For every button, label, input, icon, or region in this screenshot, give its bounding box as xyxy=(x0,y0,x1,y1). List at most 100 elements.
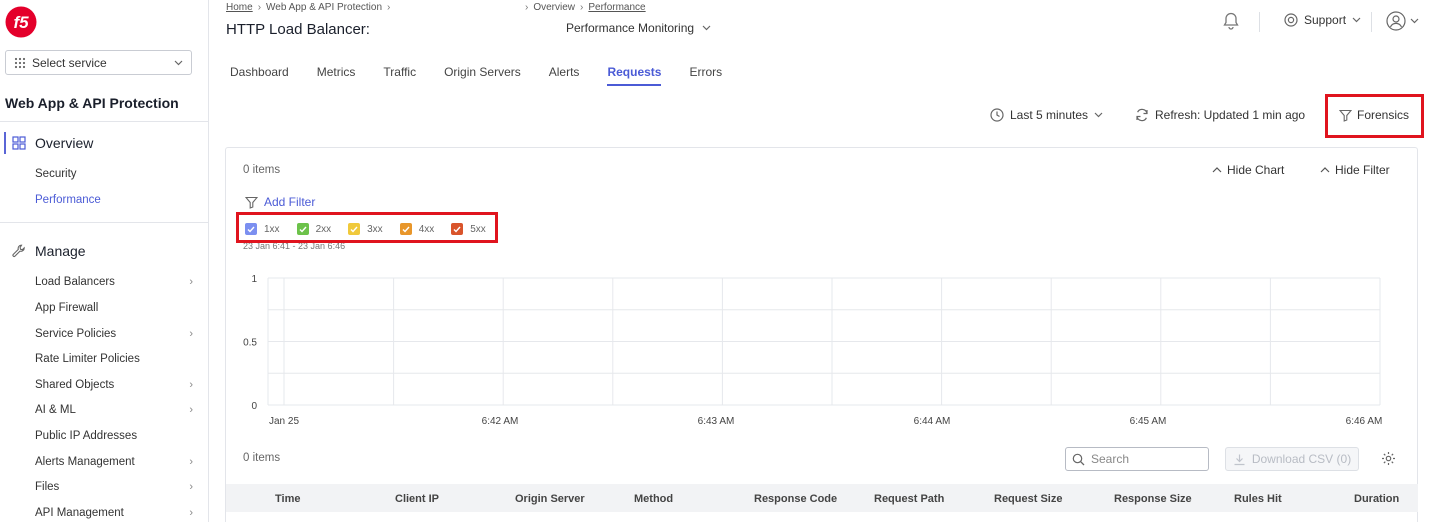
svg-text:f5: f5 xyxy=(13,13,29,32)
legend-item-2xx[interactable]: 2xx xyxy=(296,223,331,235)
bell-icon[interactable] xyxy=(1221,11,1241,31)
sidebar-item-label: Rate Limiter Policies xyxy=(35,353,140,365)
divider xyxy=(0,222,208,223)
sidebar-section-overview[interactable]: Overview xyxy=(0,130,208,156)
gear-icon[interactable] xyxy=(1381,451,1396,466)
legend-label: 5xx xyxy=(470,223,486,235)
search-input[interactable]: Search xyxy=(1065,447,1209,471)
download-csv-button[interactable]: Download CSV (0) xyxy=(1225,447,1359,471)
sidebar-item-alerts-management[interactable]: Alerts Management › xyxy=(35,456,193,468)
breadcrumb-workspace[interactable]: Web App & API Protection xyxy=(266,2,382,13)
service-select[interactable]: Select service xyxy=(5,50,192,75)
user-avatar-icon xyxy=(1386,11,1406,31)
sidebar-item-ai-ml[interactable]: AI & ML › xyxy=(35,404,193,416)
checkbox[interactable] xyxy=(399,223,412,235)
legend-label: 4xx xyxy=(418,223,435,235)
checkbox[interactable] xyxy=(348,223,361,235)
chevron-right-icon: › xyxy=(189,404,193,416)
tab-origin-servers[interactable]: Origin Servers xyxy=(444,65,521,86)
user-menu[interactable] xyxy=(1386,11,1419,31)
hide-chart-button[interactable]: Hide Chart xyxy=(1212,163,1284,177)
breadcrumb-secondary: › Overview › Performance xyxy=(520,2,646,13)
sidebar-item-load-balancers[interactable]: Load Balancers › xyxy=(35,276,193,288)
sidebar-item-performance[interactable]: Performance xyxy=(35,194,193,206)
breadcrumb-performance[interactable]: Performance xyxy=(588,2,645,13)
column-header-origin-server[interactable]: Origin Server xyxy=(515,493,585,505)
sidebar-section-manage[interactable]: Manage xyxy=(0,238,208,264)
x-tick-label: 6:43 AM xyxy=(698,416,735,427)
column-header-method[interactable]: Method xyxy=(634,493,673,505)
forensics-label: Forensics xyxy=(1357,108,1410,122)
column-header-rules-hit[interactable]: Rules Hit xyxy=(1234,493,1282,505)
time-range-dropdown[interactable]: Last 5 minutes xyxy=(990,108,1103,122)
column-header-time[interactable]: Time xyxy=(275,493,300,505)
tab-dashboard[interactable]: Dashboard xyxy=(230,65,289,86)
tab-alerts[interactable]: Alerts xyxy=(549,65,580,86)
sidebar-section-label: Overview xyxy=(35,135,94,151)
checkbox[interactable] xyxy=(245,223,257,235)
sidebar-item-public-ip-addresses[interactable]: Public IP Addresses xyxy=(35,430,193,442)
requests-chart: 1 0.5 0 Jan 25 6:42 AM 6:43 AM 6:44 AM 6:45 AM 6… xyxy=(243,274,1382,427)
checkbox[interactable] xyxy=(451,223,464,235)
sidebar-item-shared-objects[interactable]: Shared Objects › xyxy=(35,379,193,391)
view-dropdown-label: Performance Monitoring xyxy=(566,21,695,35)
breadcrumb-overview[interactable]: Overview xyxy=(533,2,575,13)
tab-bar: Dashboard Metrics Traffic Origin Servers… xyxy=(230,65,750,86)
chevron-down-icon xyxy=(1352,17,1361,23)
tab-metrics[interactable]: Metrics xyxy=(317,65,356,86)
sidebar-item-label: Security xyxy=(35,168,77,180)
support-menu[interactable]: Support xyxy=(1284,13,1361,27)
column-header-response-code[interactable]: Response Code xyxy=(754,493,837,505)
sidebar-item-service-policies[interactable]: Service Policies › xyxy=(35,328,193,340)
forensics-button[interactable]: Forensics xyxy=(1339,108,1409,122)
refresh-icon xyxy=(1136,108,1148,122)
column-header-client-ip[interactable]: Client IP xyxy=(395,493,439,505)
sidebar-item-rate-limiter-policies[interactable]: Rate Limiter Policies xyxy=(35,353,193,365)
tab-errors[interactable]: Errors xyxy=(689,65,722,86)
download-csv-label: Download CSV (0) xyxy=(1251,452,1352,466)
chevron-right-icon: › xyxy=(189,456,193,468)
checkbox[interactable] xyxy=(296,223,309,235)
date-range: 23 Jan 6:41 - 23 Jan 6:46 xyxy=(243,242,346,250)
x-tick-label: 6:42 AM xyxy=(482,416,519,427)
clock-icon xyxy=(990,108,1004,122)
sidebar-item-app-firewall[interactable]: App Firewall xyxy=(35,302,193,314)
status-legend: 1xx 2xx 3xx 4xx 5xx xyxy=(245,223,503,235)
tab-requests[interactable]: Requests xyxy=(607,65,662,86)
chevron-right-icon: › xyxy=(580,2,584,13)
column-header-request-path[interactable]: Request Path xyxy=(874,493,944,505)
hide-chart-label: Hide Chart xyxy=(1227,163,1285,177)
sidebar-item-security[interactable]: Security xyxy=(35,168,193,180)
refresh-label: Refresh: Updated 1 min ago xyxy=(1155,108,1306,122)
divider xyxy=(0,121,208,122)
legend-item-3xx[interactable]: 3xx xyxy=(348,223,383,235)
sidebar: f5 Select service Web App & API Protecti… xyxy=(0,0,209,522)
divider xyxy=(1259,12,1260,32)
add-filter-button[interactable]: Add Filter xyxy=(245,195,315,209)
column-header-duration[interactable]: Duration xyxy=(1354,493,1399,505)
column-header-response-size[interactable]: Response Size xyxy=(1114,493,1192,505)
y-tick-label: 0.5 xyxy=(243,338,257,349)
legend-item-1xx[interactable]: 1xx xyxy=(245,223,280,235)
chevron-down-icon xyxy=(702,25,711,31)
sidebar-item-label: Public IP Addresses xyxy=(35,430,138,442)
filter-icon xyxy=(1339,109,1352,122)
sidebar-item-api-management[interactable]: API Management › xyxy=(35,507,193,519)
x-tick-label: Jan 25 xyxy=(269,416,299,427)
column-header-request-size[interactable]: Request Size xyxy=(994,493,1062,505)
view-dropdown[interactable]: Performance Monitoring xyxy=(566,21,711,35)
chevron-right-icon: › xyxy=(387,2,391,13)
download-icon xyxy=(1234,454,1245,465)
sidebar-item-files[interactable]: Files › xyxy=(35,481,193,493)
refresh-button[interactable]: Refresh: Updated 1 min ago xyxy=(1135,108,1305,122)
legend-item-5xx[interactable]: 5xx xyxy=(451,223,486,235)
tab-traffic[interactable]: Traffic xyxy=(383,65,416,86)
breadcrumb-home[interactable]: Home xyxy=(226,2,253,13)
legend-item-4xx[interactable]: 4xx xyxy=(399,223,435,235)
f5-logo[interactable]: f5 xyxy=(5,6,37,38)
grid-icon xyxy=(14,57,26,68)
filter-icon xyxy=(245,196,258,209)
items-count: 0 items xyxy=(243,164,281,176)
hide-filter-button[interactable]: Hide Filter xyxy=(1320,163,1390,177)
x-tick-label: 6:44 AM xyxy=(914,416,951,427)
